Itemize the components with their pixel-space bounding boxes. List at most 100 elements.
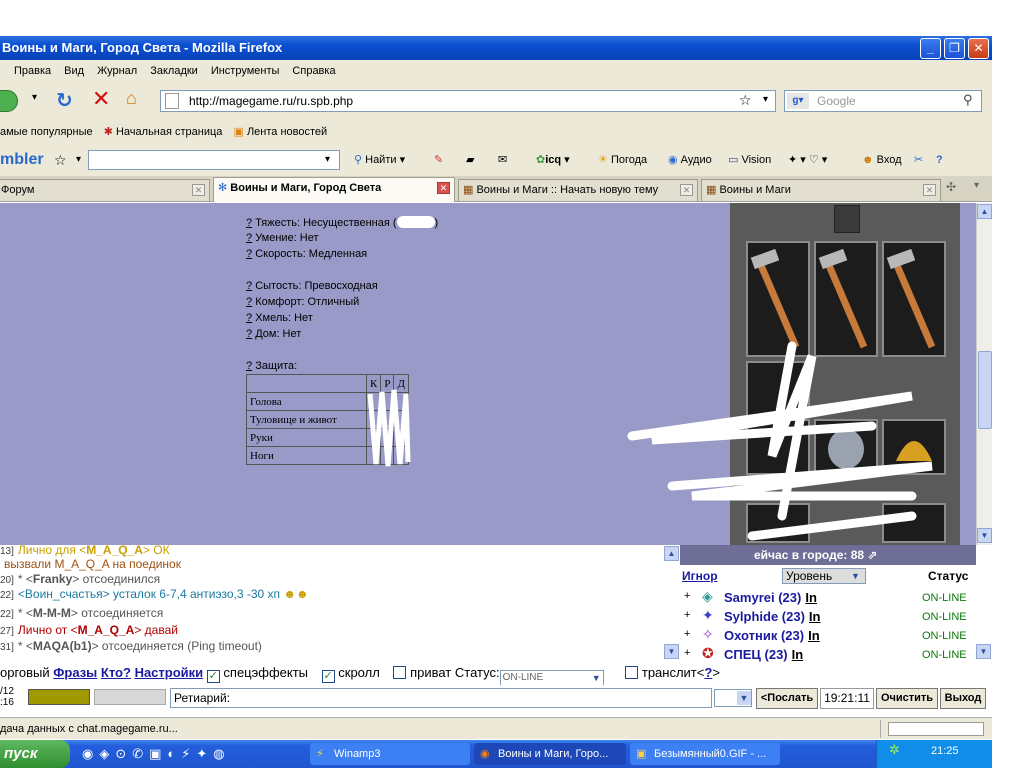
color-picker[interactable] (28, 689, 90, 705)
close-tab-icon[interactable]: ✕ (680, 184, 693, 196)
level-sort-select[interactable]: Уровень ▼ (782, 568, 866, 584)
ignore-link[interactable]: Игнор (682, 569, 718, 583)
search-engine-icon[interactable]: g▾ (787, 93, 809, 109)
send-button[interactable]: <Послать (756, 688, 818, 709)
info-link[interactable]: In (809, 609, 821, 624)
audio-button[interactable]: ◉ Аудио (668, 144, 712, 176)
chat-prefix: Лично для < (17, 545, 87, 557)
scroll-thumb[interactable] (978, 351, 992, 429)
scroll-down-icon[interactable]: ▼ (977, 528, 992, 543)
search-icon[interactable]: ⚲ (963, 91, 973, 109)
chat-nick[interactable]: Franky (33, 572, 72, 586)
history-dropdown-icon[interactable]: ▾ (32, 92, 37, 103)
chat-nick[interactable]: MAQA(b1) (33, 639, 92, 653)
userlist-scroll-down-icon[interactable]: ▼ (976, 644, 991, 659)
bookmark-home[interactable]: Начальная страница (116, 126, 222, 138)
minimize-button[interactable]: _ (920, 38, 941, 59)
settings-link[interactable]: Настройки (135, 665, 204, 680)
recipient-select[interactable]: ▼ (714, 689, 752, 707)
close-tab-icon[interactable]: ✕ (923, 184, 936, 196)
info-link[interactable]: In (805, 590, 817, 605)
online-user[interactable]: Sylphide (23) In (724, 609, 820, 624)
quick-launch-icons[interactable]: ◉◈⊙✆▣◐⚡✦◍ (82, 746, 231, 762)
page-scrollbar[interactable]: ▲ ▼ (976, 203, 992, 545)
expand-icon[interactable]: + (684, 609, 690, 621)
settings-icon[interactable]: ✂ (914, 144, 923, 176)
menu-item[interactable]: Закладки (150, 65, 198, 77)
translit-checkbox[interactable] (625, 666, 639, 679)
tab-new-topic[interactable]: ▦ Воины и Маги :: Начать новую тему ✕ (458, 179, 698, 201)
online-user[interactable]: СПЕЦ (23) In (724, 647, 803, 662)
scroll-up-icon[interactable]: ▲ (977, 204, 992, 219)
expand-icon[interactable]: + (684, 647, 690, 659)
task-firefox[interactable]: ◉ Воины и Маги, Горо... (474, 743, 626, 765)
back-icon[interactable] (0, 90, 18, 112)
search-box[interactable]: g▾ Google ⚲ (784, 90, 982, 112)
menu-item[interactable]: Правка (14, 65, 51, 77)
icq-button[interactable]: ✿icq ▾ (536, 144, 570, 176)
maximize-button[interactable]: ❐ (944, 38, 965, 59)
eraser-icon[interactable]: ▰ (466, 144, 474, 176)
tab-dropdown-icon[interactable]: ▾ (974, 180, 979, 191)
menu-item[interactable]: Журнал (97, 65, 137, 77)
private-checkbox[interactable] (393, 666, 407, 679)
tray-icon[interactable]: ✲ (889, 742, 900, 758)
window-title-bar[interactable]: Воины и Маги, Город Света - Mozilla Fire… (0, 36, 992, 60)
find-icon: ⚲ (354, 154, 363, 166)
weather-button[interactable]: ☀ Погода (598, 144, 647, 176)
clear-button[interactable]: Очистить (876, 688, 938, 709)
stop-icon[interactable]: ✕ (92, 86, 110, 112)
mail-icon[interactable]: ✉ (498, 144, 507, 176)
task-image[interactable]: ▣ Безымянный0.GIF - ... (630, 743, 780, 765)
url-dropdown-icon[interactable]: ▾ (763, 91, 768, 109)
vision-button[interactable]: ▭ Vision (728, 144, 771, 176)
chat-nick[interactable]: M_A_Q_A (78, 623, 135, 637)
start-button[interactable]: пуск (0, 740, 70, 768)
who-link[interactable]: Кто? (101, 665, 131, 680)
menu-item[interactable]: Справка (292, 65, 335, 77)
tab-city-of-light[interactable]: ✻ Воины и Маги, Город Света ✕ (213, 177, 455, 202)
online-user[interactable]: Samyrei (23) In (724, 590, 817, 605)
url-bar[interactable]: http://magegame.ru/ru.spb.php ☆ ▾ (160, 90, 776, 112)
chat-nick[interactable]: M-M-M (33, 606, 71, 620)
reload-icon[interactable]: ↻ (56, 88, 73, 113)
tab-forum[interactable]: Форум ✕ (0, 179, 210, 201)
bookmark-popular[interactable]: амые популярные (0, 126, 93, 138)
login-button[interactable]: ☻ Вход (862, 144, 902, 176)
bookmark-news[interactable]: Лента новостей (247, 126, 327, 138)
bookmark-star-icon[interactable]: ☆ (739, 91, 752, 109)
task-winamp[interactable]: ⚡ Winamp3 (310, 743, 470, 765)
expand-icon[interactable]: + (684, 628, 690, 640)
close-tab-icon[interactable]: ✕ (192, 184, 205, 196)
message-input[interactable]: Ретиарий: (170, 688, 712, 708)
online-user[interactable]: Охотник (23) In (724, 628, 820, 643)
rambler-search-input[interactable]: ▾ (88, 150, 340, 170)
tab-list-icon[interactable]: ✣ (946, 180, 956, 194)
pencil-icon[interactable]: ✎ (434, 144, 443, 176)
expand-icon[interactable]: + (684, 590, 690, 602)
info-link[interactable]: In (808, 628, 820, 643)
effects-checkbox[interactable]: ✓ (206, 670, 220, 683)
item-slot-top[interactable] (834, 205, 860, 233)
phrases-link[interactable]: Фразы (53, 665, 97, 680)
info-link[interactable]: In (792, 647, 804, 662)
rambler-find-button[interactable]: ⚲ Найти ▾ (354, 144, 405, 176)
rambler-dropdown-icon[interactable]: ▾ (76, 144, 81, 176)
home-icon[interactable]: ⌂ (126, 88, 137, 109)
close-tab-icon[interactable]: ✕ (437, 182, 450, 194)
close-button[interactable]: ✕ (968, 38, 989, 59)
color-picker-secondary[interactable] (94, 689, 166, 705)
tools-icon[interactable]: ✦ ▾ ♡ ▾ (788, 144, 827, 176)
rambler-star-icon[interactable]: ☆ (54, 144, 67, 176)
menu-item[interactable]: Вид (64, 65, 84, 77)
popout-icon[interactable]: ⇗ (867, 548, 877, 562)
online-scroll-up-icon[interactable]: ▲ (664, 546, 679, 561)
scroll-checkbox[interactable]: ✓ (321, 670, 335, 683)
menu-item[interactable]: Инструменты (211, 65, 280, 77)
chat-nick[interactable]: M_A_Q_A (86, 545, 143, 557)
status-select[interactable]: ON-LINE ▼ (499, 670, 604, 686)
exit-button[interactable]: Выход (940, 688, 986, 709)
help-icon[interactable]: ? (936, 144, 943, 176)
tab-mages[interactable]: ▦ Воины и Маги ✕ (701, 179, 941, 201)
online-scroll-down-icon[interactable]: ▼ (664, 644, 679, 659)
